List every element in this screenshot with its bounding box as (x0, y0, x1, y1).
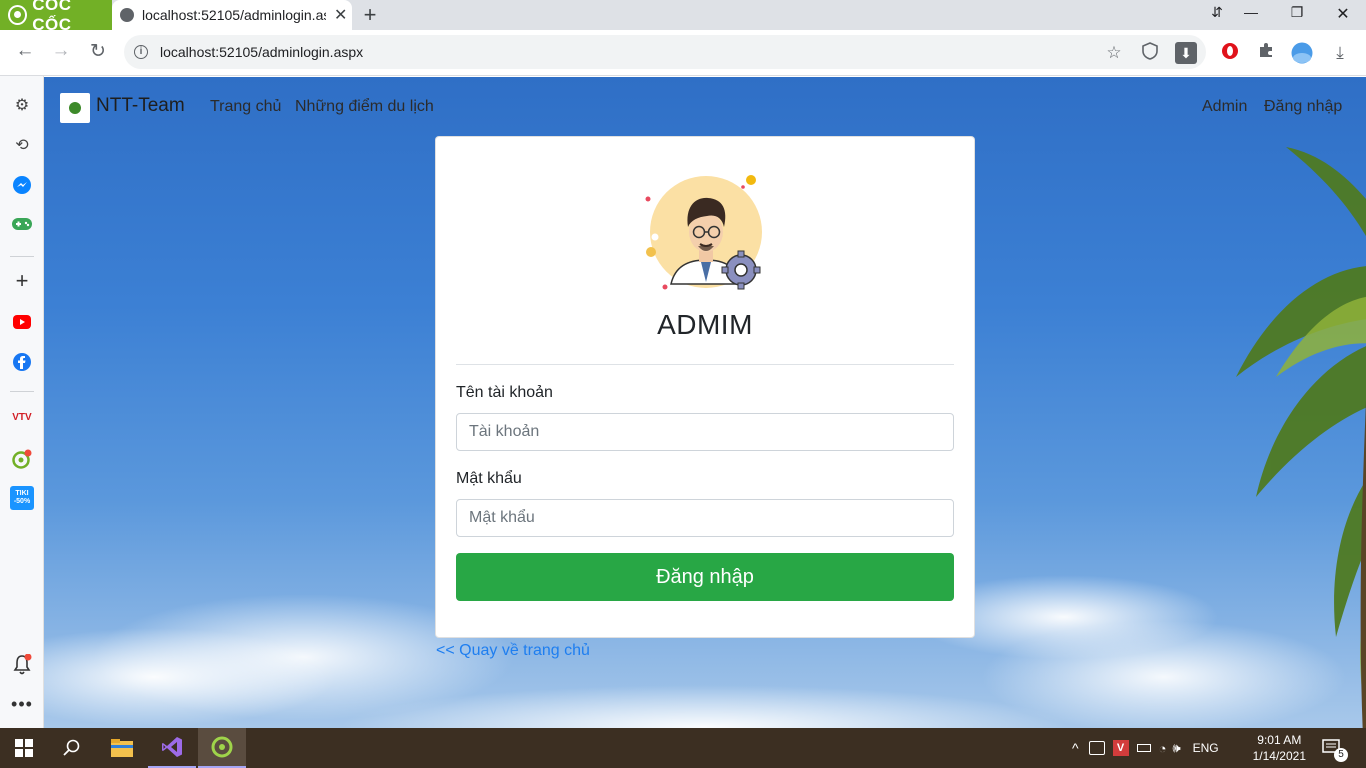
language-indicator[interactable]: ENG (1193, 741, 1219, 755)
clock[interactable]: 9:01 AM 1/14/2021 (1253, 732, 1306, 764)
add-icon[interactable]: + (11, 268, 33, 293)
search-icon[interactable] (48, 728, 96, 768)
tab-close-icon[interactable]: ✕ (334, 5, 347, 25)
tab-search-icon[interactable]: ⇵ (1202, 4, 1232, 21)
browser-tab-bar: CỐC CỐC localhost:52105/adminlogin.aspx … (0, 0, 1366, 34)
profile-avatar-icon[interactable] (1291, 42, 1313, 64)
bookmark-star-icon[interactable]: ☆ (1103, 42, 1125, 64)
browser-sidebar: ⚙ ⟲ + VTV TIKI -50% ••• (0, 76, 44, 728)
back-arrow-icon[interactable]: ← (12, 40, 38, 62)
opera-adblock-icon[interactable] (1219, 42, 1241, 64)
browser-tab-active[interactable]: localhost:52105/adminlogin.aspx ✕ (112, 0, 352, 30)
volume-icon[interactable]: 🕪 (1172, 740, 1180, 756)
tray-v-icon[interactable]: V (1112, 740, 1129, 756)
password-label: Mật khẩu (456, 470, 522, 487)
nav-link-home[interactable]: Trang chủ (210, 98, 281, 116)
messenger-icon[interactable] (11, 174, 33, 196)
back-to-home-link[interactable]: << Quay về trang chủ (436, 642, 590, 660)
wifi-icon[interactable]: ◔ (1159, 741, 1167, 756)
coccoc-game-icon[interactable] (11, 448, 33, 470)
browser-toolbar: ← → ↻ i localhost:52105/adminlogin.aspx … (0, 30, 1366, 76)
youtube-icon[interactable] (11, 311, 33, 333)
vtv-go-icon[interactable]: VTV (11, 406, 33, 428)
windows-start-icon[interactable] (0, 728, 48, 768)
reload-icon[interactable]: ↻ (85, 40, 111, 63)
admin-avatar-icon (645, 175, 762, 290)
history-icon[interactable]: ⟲ (11, 134, 33, 156)
password-input[interactable] (456, 499, 954, 537)
login-card: ADMIM Tên tài khoản Mật khẩu Đăng nhập (435, 136, 975, 638)
download-icon[interactable]: ⤓ (1329, 42, 1351, 64)
file-explorer-icon[interactable] (98, 728, 146, 768)
globe-icon (120, 8, 134, 22)
chevron-up-icon[interactable]: ^ (1072, 740, 1079, 756)
tiki-icon[interactable]: TIKI -50% (10, 486, 34, 510)
more-icon[interactable]: ••• (11, 693, 33, 715)
site-navbar: NTT-Team Trang chủ Những điểm du lịch Ad… (44, 77, 1366, 137)
nav-link-login[interactable]: Đăng nhập (1264, 98, 1342, 116)
sidebar-divider (10, 391, 34, 392)
minimize-button[interactable]: — (1236, 4, 1266, 20)
windows-taskbar: ^ V ◔ 🕪 ENG 9:01 AM 1/14/2021 5 (0, 728, 1366, 768)
action-center-icon[interactable]: 5 (1322, 728, 1348, 768)
url-text: localhost:52105/adminlogin.aspx (160, 44, 364, 60)
shield-icon[interactable] (1139, 42, 1161, 64)
site-info-icon[interactable]: i (134, 45, 148, 59)
clock-time: 9:01 AM (1257, 733, 1302, 747)
coccoc-logo-icon (8, 5, 28, 25)
notification-icon[interactable] (11, 654, 33, 676)
system-tray: ^ V ◔ 🕪 ENG (1072, 728, 1219, 768)
download-box-icon[interactable]: ⬇ (1175, 42, 1197, 64)
gear-icon[interactable]: ⚙ (11, 94, 33, 116)
new-tab-button[interactable]: + (360, 2, 380, 28)
restore-button[interactable]: ❐ (1282, 4, 1312, 21)
nav-link-admin[interactable]: Admin (1202, 98, 1247, 116)
divider (456, 364, 954, 365)
coccoc-logo[interactable]: CỐC CỐC (0, 0, 112, 34)
site-brand[interactable]: NTT-Team (96, 95, 185, 117)
sidebar-divider (10, 256, 34, 257)
login-button[interactable]: Đăng nhập (456, 553, 954, 601)
close-window-button[interactable]: ✕ (1328, 4, 1358, 24)
game-icon[interactable] (11, 213, 33, 235)
username-label: Tên tài khoản (456, 384, 553, 401)
tray-app-icon[interactable] (1088, 741, 1105, 755)
visual-studio-icon[interactable] (148, 728, 196, 768)
address-bar[interactable]: i localhost:52105/adminlogin.aspx (124, 35, 1206, 69)
site-logo-icon[interactable] (60, 93, 90, 123)
forward-arrow-icon[interactable]: → (48, 40, 74, 62)
clock-date: 1/14/2021 (1252, 749, 1306, 763)
page-background: NTT-Team Trang chủ Những điểm du lịch Ad… (44, 77, 1366, 728)
notification-count-badge: 5 (1334, 748, 1348, 762)
username-input[interactable] (456, 413, 954, 451)
extensions-puzzle-icon[interactable] (1255, 42, 1277, 64)
login-title: ADMIM (657, 309, 753, 340)
nav-link-destinations[interactable]: Những điểm du lịch (295, 98, 434, 116)
facebook-icon[interactable] (11, 351, 33, 373)
tab-title: localhost:52105/adminlogin.aspx (142, 7, 326, 23)
coccoc-taskbar-icon[interactable] (198, 728, 246, 768)
palm-tree-image (1236, 147, 1366, 728)
battery-icon[interactable] (1136, 744, 1151, 752)
